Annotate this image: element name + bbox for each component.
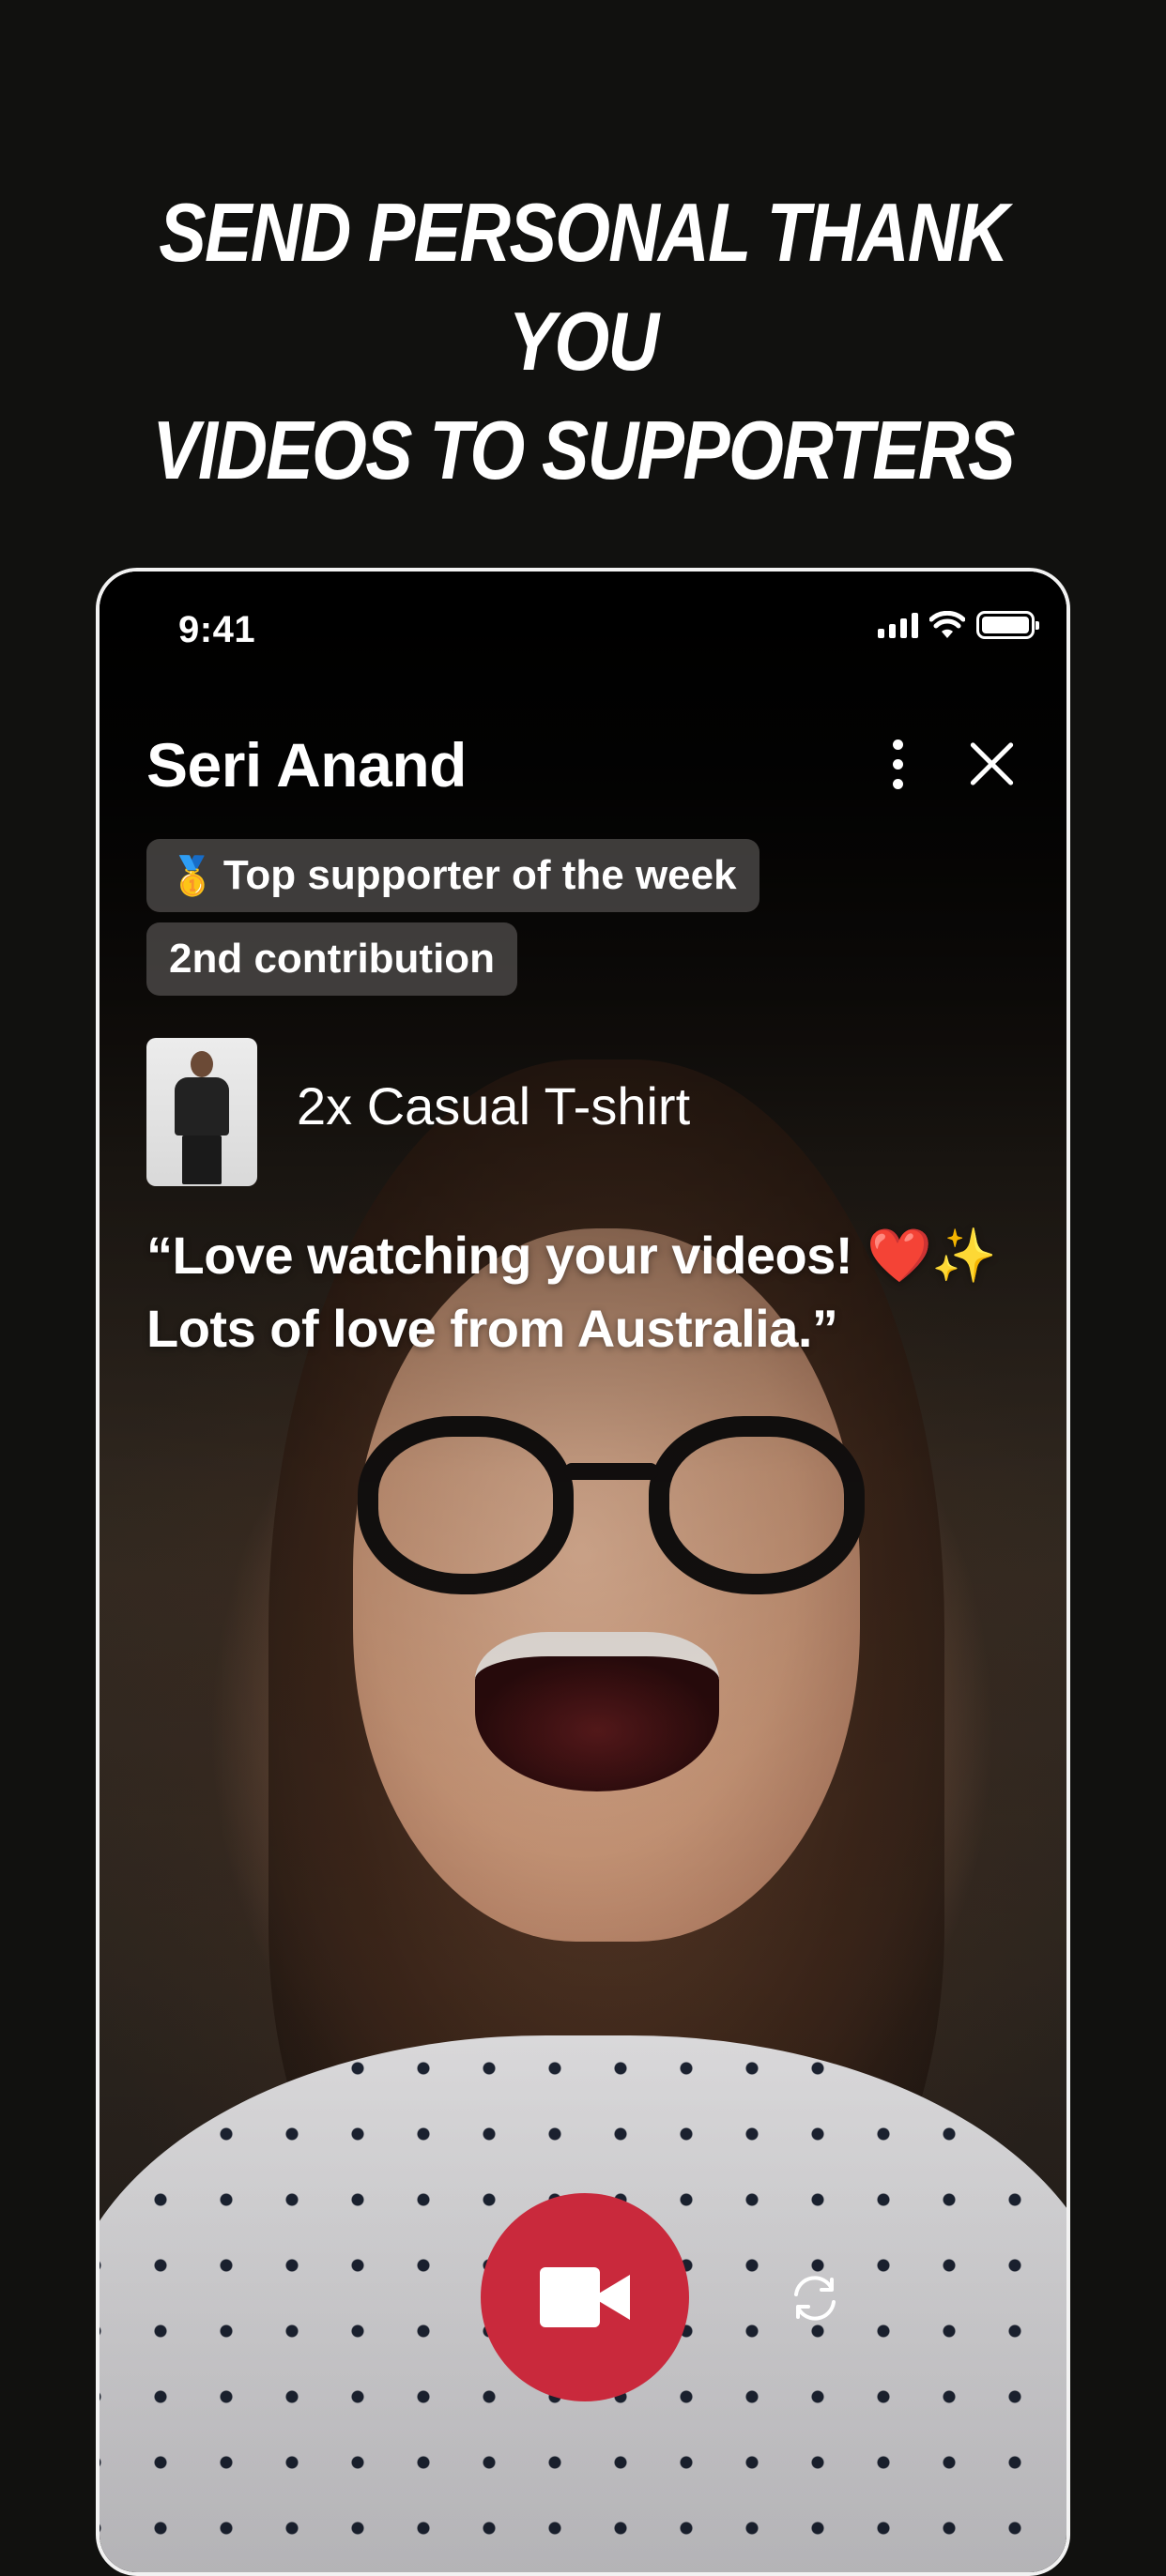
top-supporter-label: Top supporter of the week: [222, 852, 737, 898]
headline-line-2: VIDEOS TO SUPPORTERS: [152, 404, 1015, 496]
signal-icon: [878, 612, 918, 638]
product-thumbnail[interactable]: [146, 1038, 257, 1186]
more-vertical-icon[interactable]: [869, 731, 926, 797]
battery-icon: [976, 611, 1039, 639]
video-camera-icon: [540, 2267, 630, 2327]
supporter-name: Seri Anand: [146, 730, 467, 800]
status-time: 9:41: [178, 609, 256, 650]
status-icons: [878, 611, 1039, 639]
wifi-icon: [929, 611, 965, 638]
phone-frame: 9:41 Seri Anand 🥇 Top supporter of the we…: [96, 568, 1070, 2576]
headline: SEND PERSONAL THANK YOU VIDEOS TO SUPPOR…: [82, 178, 1084, 505]
product-title: 2x Casual T-shirt: [297, 1076, 691, 1136]
close-icon[interactable]: [959, 731, 1025, 797]
contribution-badge: 2nd contribution: [146, 922, 518, 996]
record-video-button[interactable]: [481, 2193, 689, 2401]
supporter-message: “Love watching your videos! ❤️✨ Lots of …: [146, 1226, 997, 1358]
flip-camera-icon[interactable]: [785, 2268, 845, 2328]
contribution-label: 2nd contribution: [169, 936, 496, 982]
top-supporter-badge: 🥇 Top supporter of the week: [146, 839, 759, 912]
medal-icon: 🥇: [169, 856, 216, 897]
headline-line-1: SEND PERSONAL THANK YOU: [159, 186, 1008, 388]
